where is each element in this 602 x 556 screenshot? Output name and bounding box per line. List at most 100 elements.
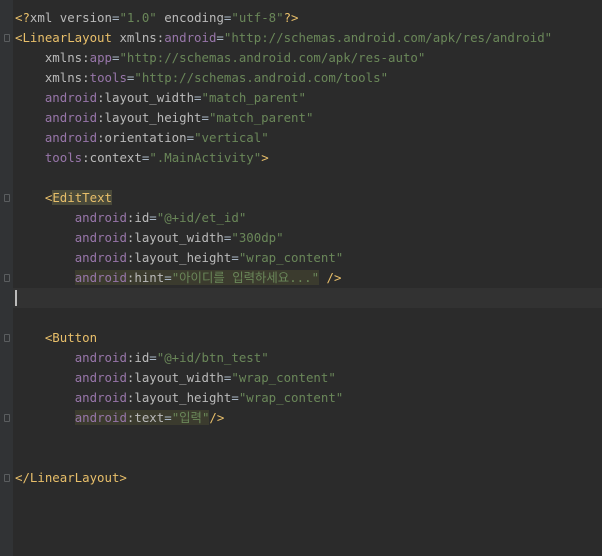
code-token: ?> bbox=[283, 10, 299, 25]
code-line[interactable]: android:layout_width="wrap_content" bbox=[15, 368, 336, 388]
code-token: EditText bbox=[52, 190, 112, 205]
code-line[interactable]: android:layout_width="300dp" bbox=[15, 228, 284, 248]
code-token: "@+id/et_id" bbox=[156, 210, 247, 225]
code-token: = bbox=[164, 410, 172, 425]
code-token: = bbox=[164, 270, 172, 285]
code-token: android bbox=[74, 390, 127, 405]
code-token: "http://schemas.android.com/tools" bbox=[134, 70, 389, 85]
code-token: = bbox=[194, 90, 202, 105]
code-token: tools bbox=[44, 150, 83, 165]
code-token: xml version bbox=[29, 10, 112, 25]
code-token: :layout_height bbox=[126, 250, 232, 265]
code-token: android bbox=[164, 30, 217, 45]
gutter bbox=[0, 0, 13, 556]
fold-marker-icon[interactable] bbox=[4, 194, 10, 202]
code-token: "300dp" bbox=[231, 230, 284, 245]
code-token: :layout_height bbox=[126, 390, 232, 405]
fold-marker-icon[interactable] bbox=[4, 414, 10, 422]
current-line-highlight bbox=[13, 288, 602, 308]
code-token: "match_parent" bbox=[208, 110, 314, 125]
code-token: :layout_width bbox=[97, 90, 195, 105]
code-token: "@+id/btn_test" bbox=[156, 350, 269, 365]
code-token: "http://schemas.android.com/apk/res-auto… bbox=[119, 50, 426, 65]
code-token: "vertical" bbox=[194, 130, 269, 145]
code-token: "utf-8" bbox=[231, 10, 284, 25]
code-token: ".MainActivity" bbox=[149, 150, 262, 165]
code-token: xmlns: bbox=[119, 30, 165, 45]
code-line[interactable]: xmlns:app="http://schemas.android.com/ap… bbox=[15, 48, 425, 68]
code-token: android bbox=[44, 90, 98, 105]
code-line[interactable]: </LinearLayout> bbox=[15, 468, 127, 488]
code-token: = bbox=[231, 390, 239, 405]
code-token: <? bbox=[15, 10, 30, 25]
fold-marker-icon[interactable] bbox=[4, 474, 10, 482]
code-token: app bbox=[89, 50, 112, 65]
code-token: "1.0" bbox=[119, 10, 157, 25]
code-token: /> bbox=[209, 410, 225, 425]
code-token: "wrap_content" bbox=[238, 250, 344, 265]
fold-marker-icon[interactable] bbox=[4, 334, 10, 342]
code-line[interactable]: android:id="@+id/btn_test" bbox=[15, 348, 269, 368]
code-token: "http://schemas.android.com/apk/res/andr… bbox=[223, 30, 553, 45]
code-token: "match_parent" bbox=[201, 90, 306, 105]
code-token: android bbox=[74, 250, 127, 265]
code-token: :layout_height bbox=[97, 110, 202, 125]
code-line[interactable]: android:layout_height="match_parent" bbox=[15, 108, 314, 128]
code-token: :orientation bbox=[97, 130, 187, 145]
code-token: "입력" bbox=[171, 410, 210, 425]
code-line[interactable]: android:layout_height="wrap_content" bbox=[15, 248, 344, 268]
code-token: = bbox=[201, 110, 209, 125]
code-token: = bbox=[231, 250, 239, 265]
code-token: android bbox=[74, 350, 127, 365]
code-token: "wrap_content" bbox=[238, 390, 344, 405]
code-line[interactable]: android:orientation="vertical" bbox=[15, 128, 269, 148]
code-token: android bbox=[74, 410, 127, 425]
code-token: android bbox=[74, 370, 127, 385]
fold-marker-icon[interactable] bbox=[4, 34, 10, 42]
code-token: :layout_width bbox=[126, 230, 224, 245]
text-caret bbox=[15, 290, 17, 306]
code-token: encoding bbox=[156, 10, 224, 25]
code-line[interactable]: <LinearLayout xmlns:android="http://sche… bbox=[15, 28, 552, 48]
code-line[interactable]: android:id="@+id/et_id" bbox=[15, 208, 247, 228]
code-token: android bbox=[44, 130, 98, 145]
code-token: android bbox=[74, 270, 127, 285]
code-editor[interactable]: <?xml version="1.0" encoding="utf-8"?> <L… bbox=[0, 0, 602, 556]
code-token: xmlns: bbox=[44, 70, 90, 85]
code-line[interactable]: android:hint="아이디를 입력하세요..." /> bbox=[15, 268, 341, 288]
code-token: <Button bbox=[44, 330, 98, 345]
code-line[interactable]: <?xml version="1.0" encoding="utf-8"?> bbox=[15, 8, 299, 28]
code-token: :hint bbox=[126, 270, 165, 285]
code-token: android bbox=[74, 230, 127, 245]
code-line[interactable]: android:text="입력"/> bbox=[15, 408, 224, 428]
code-line[interactable]: <EditText bbox=[15, 188, 112, 208]
code-token: xmlns: bbox=[44, 50, 90, 65]
fold-marker-icon[interactable] bbox=[4, 274, 10, 282]
code-token: android bbox=[74, 210, 127, 225]
code-token: = bbox=[216, 30, 224, 45]
code-token: > bbox=[261, 150, 269, 165]
code-token: :id bbox=[126, 210, 150, 225]
code-line[interactable]: xmlns:tools="http://schemas.android.com/… bbox=[15, 68, 388, 88]
code-token: tools bbox=[89, 70, 127, 85]
code-token: /> bbox=[319, 270, 342, 285]
code-line[interactable]: tools:context=".MainActivity"> bbox=[15, 148, 269, 168]
code-line[interactable]: android:layout_width="match_parent" bbox=[15, 88, 306, 108]
code-token: </LinearLayout> bbox=[15, 470, 127, 485]
code-line[interactable]: <Button bbox=[15, 328, 97, 348]
code-token: "wrap_content" bbox=[231, 370, 336, 385]
code-line[interactable]: android:layout_height="wrap_content" bbox=[15, 388, 344, 408]
